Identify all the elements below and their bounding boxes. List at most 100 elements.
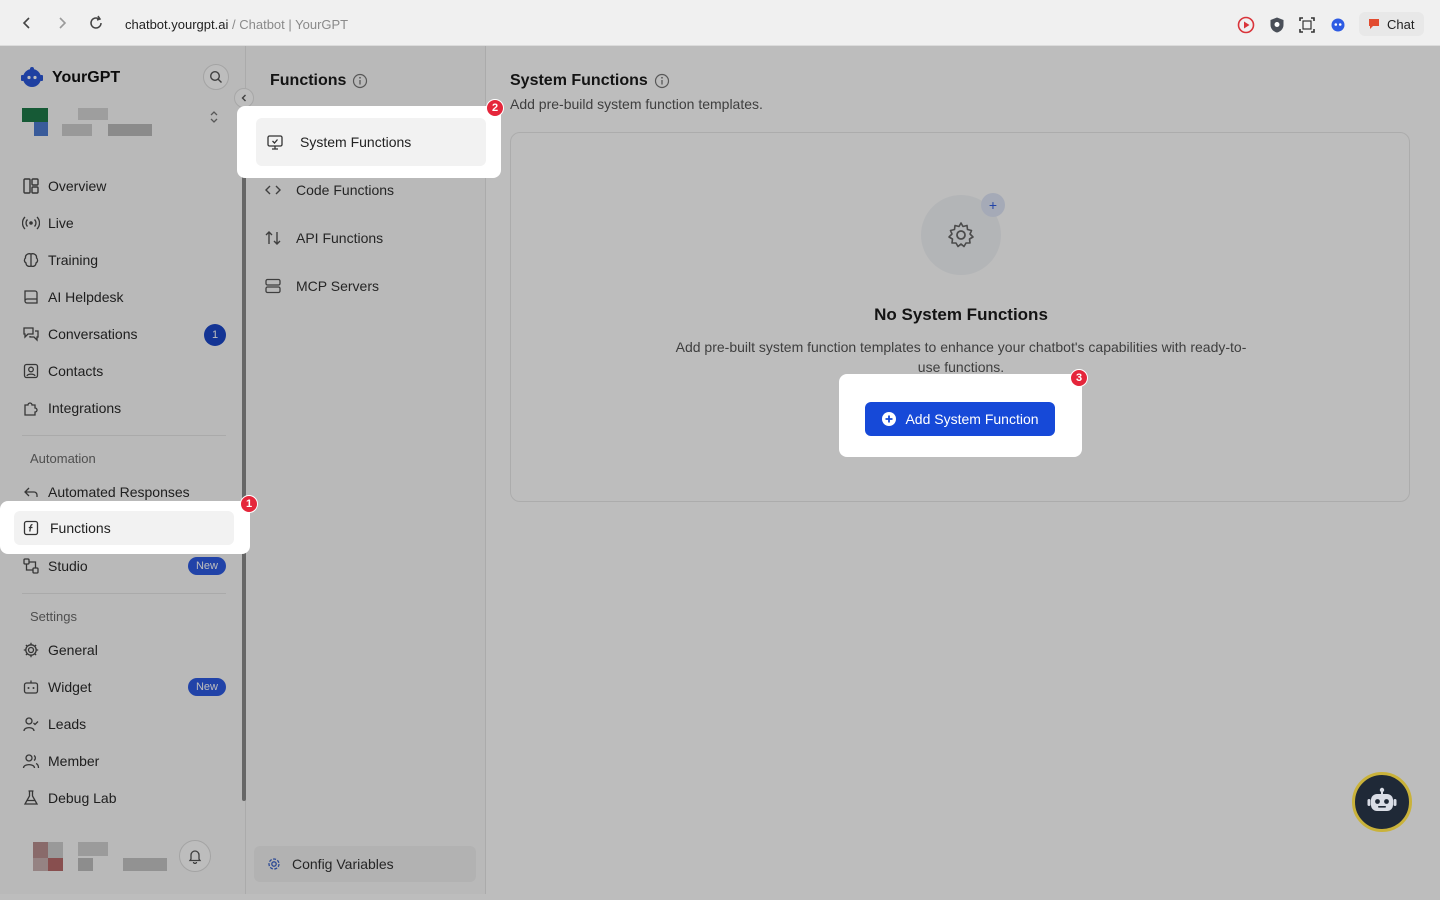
bell-icon (187, 848, 203, 864)
forward-icon[interactable] (54, 15, 70, 31)
page-title-text: System Functions (510, 72, 648, 89)
sidebar-item-leads[interactable]: Leads (14, 707, 234, 741)
sidebar-item-label: Training (48, 252, 99, 268)
chat-bubble-icon (1367, 17, 1381, 31)
sidebar-item-label: Live (48, 215, 74, 231)
sidebar-item-contacts[interactable]: Contacts (14, 354, 234, 388)
sidebar-item-general[interactable]: General (14, 633, 234, 667)
highlight-functions: Functions (0, 501, 250, 554)
sidebar-item-integrations[interactable]: Integrations (14, 391, 234, 425)
submenu-item-mcp-servers[interactable]: MCP Servers (256, 266, 484, 306)
shield-extension-icon[interactable] (1268, 16, 1286, 34)
step-badge-2: 2 (486, 99, 504, 117)
contacts-icon (22, 362, 40, 380)
chat-extension-button[interactable]: Chat (1359, 12, 1425, 36)
sidebar-item-label: Contacts (48, 363, 104, 379)
sidebar-item-label: Debug Lab (48, 790, 117, 806)
brand-name: YourGPT (52, 69, 121, 86)
browser-chrome: chatbot.yourgpt.ai / Chatbot | YourGPT C… (0, 0, 1440, 46)
yourgpt-logo-icon (20, 66, 44, 90)
sidebar: YourGPT Overview Live Training AI Helpde… (0, 46, 246, 894)
gear-icon (22, 641, 40, 659)
config-variables-button[interactable]: Config Variables (254, 846, 476, 882)
workspace-meta-redacted (62, 124, 92, 136)
sidebar-item-label: Widget (48, 679, 92, 695)
flow-icon (22, 557, 40, 575)
workspace-avatar-part (34, 122, 48, 136)
sidebar-item-label: General (48, 642, 98, 658)
submenu-item-label: Code Functions (296, 182, 395, 198)
sidebar-item-widget[interactable]: Widget New (14, 670, 234, 704)
submenu-item-label: System Functions (300, 134, 412, 150)
empty-state-description: Add pre-built system function templates … (675, 339, 1247, 375)
sidebar-collapse-button[interactable] (234, 88, 254, 108)
submenu-item-label: MCP Servers (296, 278, 379, 294)
page-subtitle: Add pre-build system function templates. (510, 96, 763, 112)
layout-icon (22, 177, 40, 195)
add-system-function-button[interactable]: Add System Function (865, 402, 1055, 436)
flask-icon (22, 789, 40, 807)
notifications-button[interactable] (179, 840, 211, 872)
sidebar-item-functions[interactable]: Functions (14, 511, 234, 545)
url-separator: / (231, 17, 236, 32)
page-title: System Functions (510, 72, 670, 90)
submenu-item-api-functions[interactable]: API Functions (256, 218, 484, 258)
record-extension-icon[interactable] (1237, 16, 1255, 34)
bot-extension-icon[interactable] (1329, 16, 1347, 34)
workspace-meta-redacted (108, 124, 152, 136)
sidebar-item-member[interactable]: Member (14, 744, 234, 778)
broadcast-icon (22, 214, 40, 232)
sidebar-item-ai-helpdesk[interactable]: AI Helpdesk (14, 280, 234, 314)
unread-count-badge: 1 (204, 324, 226, 346)
info-icon[interactable] (654, 73, 670, 89)
sidebar-item-label: Leads (48, 716, 87, 732)
function-icon (22, 519, 40, 537)
submenu-title: Functions (270, 72, 368, 90)
sidebar-item-debug-lab[interactable]: Debug Lab (14, 781, 234, 815)
sidebar-item-conversations[interactable]: Conversations 1 (14, 317, 234, 351)
widget-icon (22, 678, 40, 696)
screenshot-extension-icon[interactable] (1298, 16, 1316, 34)
user-avatar-part (33, 858, 48, 871)
user-avatar-part (48, 858, 63, 871)
book-icon (22, 288, 40, 306)
brand[interactable]: YourGPT (20, 66, 120, 90)
chatbot-launcher-button[interactable] (1352, 772, 1412, 832)
back-icon[interactable] (19, 15, 35, 31)
chat-icon (22, 325, 40, 343)
address-bar[interactable]: chatbot.yourgpt.ai / Chatbot | YourGPT (125, 17, 348, 32)
server-icon (264, 277, 282, 295)
user-email-redacted (78, 858, 93, 871)
sidebar-item-label: Member (48, 753, 100, 769)
sidebar-item-label: AI Helpdesk (48, 289, 124, 305)
puzzle-icon (22, 399, 40, 417)
user-check-icon (22, 715, 40, 733)
sidebar-item-label: Automated Responses (48, 484, 190, 500)
sidebar-item-overview[interactable]: Overview (14, 169, 234, 203)
workspace-switcher[interactable] (22, 108, 232, 152)
main-content: System Functions Add pre-build system fu… (486, 46, 1440, 894)
step-badge-1: 1 (240, 495, 258, 513)
sidebar-item-label: Conversations (48, 326, 138, 342)
reload-icon[interactable] (88, 15, 104, 31)
config-variables-label: Config Variables (292, 856, 394, 872)
sidebar-item-label: Overview (48, 178, 107, 194)
search-icon (209, 70, 223, 84)
info-icon[interactable] (352, 73, 368, 89)
new-badge: New (187, 678, 226, 696)
sidebar-item-label: Integrations (48, 400, 122, 416)
settings-cog-icon (266, 856, 282, 872)
sidebar-item-studio[interactable]: Studio New (14, 549, 234, 583)
sidebar-search-button[interactable] (203, 64, 229, 90)
sidebar-item-label: Studio (48, 558, 88, 574)
code-icon (264, 181, 282, 199)
users-icon (22, 752, 40, 770)
step-badge-3: 3 (1070, 369, 1088, 387)
sidebar-item-training[interactable]: Training (14, 243, 234, 277)
submenu-item-system-functions[interactable]: System Functions (256, 118, 486, 166)
new-badge: New (187, 557, 226, 575)
user-avatar (33, 842, 48, 858)
highlight-system-functions: System Functions (237, 106, 501, 178)
sidebar-item-live[interactable]: Live (14, 206, 234, 240)
user-email-redacted (123, 858, 167, 871)
